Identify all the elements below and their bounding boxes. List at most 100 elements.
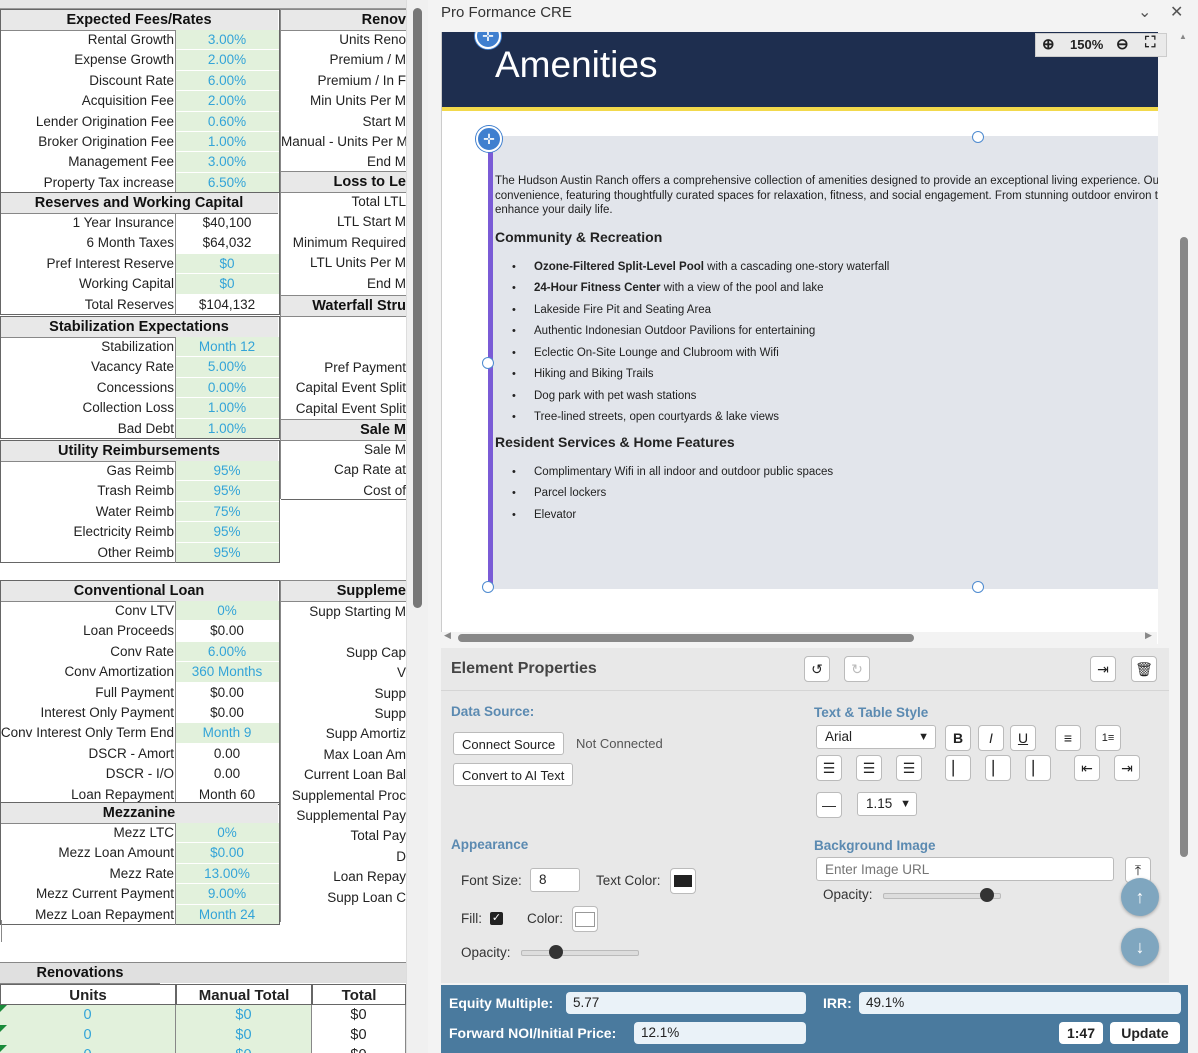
- collapse-chevron-icon[interactable]: ⌄: [1138, 2, 1151, 22]
- amenity-item-text: Complimentary Wifi in all indoor and out…: [534, 465, 834, 478]
- valign-top-icon[interactable]: ▏: [945, 755, 971, 781]
- amenity-item: Elevator: [495, 506, 1158, 528]
- supplemental-row-label: D: [396, 848, 406, 864]
- image-url-input[interactable]: [816, 857, 1114, 881]
- waterfall-row-label: Pref Payment: [324, 360, 406, 375]
- background-image-label: Background Image: [814, 838, 936, 853]
- renovation-row-label: Start M: [362, 113, 406, 129]
- opacity-slider[interactable]: [521, 950, 639, 956]
- amenity-item: Tree-lined streets, open courtyards & la…: [495, 408, 1158, 430]
- cell-note-marker: [0, 1005, 7, 1012]
- renovations-cell[interactable]: $0: [176, 1025, 312, 1045]
- indent-icon[interactable]: ⇥: [1114, 755, 1140, 781]
- resize-handle-top[interactable]: [972, 131, 984, 143]
- bg-opacity-slider-knob[interactable]: [980, 888, 995, 902]
- font-family-value: Arial: [825, 729, 853, 744]
- connection-status: Not Connected: [576, 736, 663, 751]
- renovations-cell[interactable]: $0: [312, 1025, 406, 1045]
- zoom-out-icon[interactable]: ⊖: [1116, 35, 1129, 53]
- scroll-down-icon[interactable]: ↓: [1121, 928, 1159, 966]
- sheet-scrollbar-thumb[interactable]: [413, 8, 422, 608]
- loss-to-lease-row-label: LTL Units Per M: [309, 255, 406, 271]
- column-divider: [175, 461, 176, 563]
- sale-row-label: Sale M: [363, 442, 406, 457]
- fill-color-swatch[interactable]: [572, 906, 598, 932]
- chevron-down-icon: ▼: [900, 798, 911, 810]
- numbered-list-icon[interactable]: 1≡: [1095, 725, 1121, 751]
- valign-middle-icon[interactable]: ▏: [985, 755, 1011, 781]
- italic-button[interactable]: I: [978, 725, 1004, 751]
- align-center-icon[interactable]: ☰: [856, 755, 882, 781]
- preview-horizontal-scrollbar[interactable]: ◀ ▶: [441, 630, 1157, 644]
- waterfall-title: Waterfall Stru: [281, 295, 406, 317]
- properties-title: Element Properties: [451, 660, 597, 677]
- mezzanine-border: [0, 802, 280, 925]
- renovations-cell[interactable]: 0: [0, 1045, 176, 1053]
- slide-title[interactable]: Amenities: [495, 44, 657, 86]
- line-spacing-icon[interactable]: —: [816, 792, 842, 818]
- renovations-cell[interactable]: 0: [0, 1025, 176, 1045]
- update-button[interactable]: Update: [1110, 1022, 1180, 1044]
- supplemental-row-label: Max Loan Am: [323, 746, 406, 762]
- outdent-icon[interactable]: ⇤: [1074, 755, 1100, 781]
- font-size-label: Font Size:: [461, 873, 522, 888]
- renovations-cell[interactable]: $0: [312, 1005, 406, 1025]
- export-icon[interactable]: ⇥: [1090, 656, 1116, 682]
- underline-button[interactable]: U: [1010, 725, 1036, 751]
- panel-vertical-scrollbar[interactable]: ▲: [1178, 32, 1190, 982]
- supplemental-row-label: Loan Repay: [333, 869, 406, 885]
- text-box-content[interactable]: The Hudson Austin Ranch offers a compreh…: [495, 174, 1158, 527]
- renovations-cell[interactable]: $0: [176, 1005, 312, 1025]
- resize-handle-left[interactable]: [482, 357, 494, 369]
- fill-checkbox[interactable]: ✓: [490, 912, 503, 925]
- text-color-chip: [674, 875, 692, 887]
- connect-source-button[interactable]: Connect Source: [453, 732, 565, 755]
- zoom-in-icon[interactable]: ⊕: [1042, 35, 1055, 53]
- opacity-slider-knob[interactable]: [548, 945, 563, 959]
- convert-ai-text-button[interactable]: Convert to AI Text: [453, 763, 574, 786]
- redo-icon[interactable]: ↻: [844, 656, 870, 682]
- supplemental-row-label: Supp Loan C: [327, 889, 406, 905]
- slide-preview[interactable]: Amenities ✛ The Hudson Austin Ranch offe…: [441, 32, 1158, 644]
- cell-note-marker: [0, 1045, 7, 1052]
- text-color-swatch[interactable]: [670, 868, 696, 894]
- scroll-left-icon[interactable]: ◀: [444, 630, 451, 641]
- resize-handle-bottom[interactable]: [972, 581, 984, 593]
- renovations-cell[interactable]: $0: [176, 1045, 312, 1053]
- panel-scroll-thumb[interactable]: [1180, 237, 1188, 857]
- supplemental-row-label: Supp: [374, 706, 406, 721]
- scroll-up-arrow-icon[interactable]: ▲: [1179, 32, 1187, 41]
- spreadsheet[interactable]: Expected Fees/Rates Rental Growth 3.00% Exp…: [0, 0, 406, 1053]
- loss-to-lease-title: Loss to Le: [281, 171, 406, 193]
- bold-button[interactable]: B: [945, 725, 971, 751]
- sheet-scrollbar[interactable]: [406, 0, 429, 1053]
- font-size-input[interactable]: 8: [530, 868, 580, 892]
- renovations-cell[interactable]: 0: [0, 1005, 176, 1025]
- renovations-cell[interactable]: $0: [312, 1045, 406, 1053]
- amenity-item-text: with a view of the pool and lake: [660, 282, 824, 294]
- valign-bottom-icon[interactable]: ▏: [1025, 755, 1051, 781]
- supplemental-row-label: [281, 622, 406, 642]
- stabilization-border: [0, 316, 280, 439]
- resize-handle-bottom-left[interactable]: [482, 581, 494, 593]
- row-divider: [281, 499, 406, 500]
- amenity-item-text: Authentic Indonesian Outdoor Pavilions f…: [534, 325, 816, 337]
- line-height-select[interactable]: 1.15 ▼: [857, 792, 917, 816]
- close-icon[interactable]: ✕: [1170, 2, 1183, 22]
- scroll-up-icon[interactable]: ↑: [1121, 878, 1159, 916]
- delete-icon[interactable]: 🗑: [1131, 656, 1157, 682]
- align-left-icon[interactable]: ☰: [816, 755, 842, 781]
- undo-icon[interactable]: ↺: [804, 656, 830, 682]
- fill-color-chip: [575, 912, 595, 927]
- align-right-icon[interactable]: ☰: [896, 755, 922, 781]
- scroll-right-icon[interactable]: ▶: [1145, 630, 1152, 641]
- supplemental-row-label: V: [396, 665, 406, 681]
- supplemental-row-label: Supplemental Proc: [291, 787, 406, 803]
- font-family-select[interactable]: Arial ▼: [816, 725, 936, 749]
- amenity-item-text: Elevator: [534, 508, 577, 521]
- fullscreen-icon[interactable]: ⛶: [1145, 34, 1156, 51]
- text-box-move-handle-icon[interactable]: ✛: [476, 126, 502, 152]
- bullet-list-icon[interactable]: ≡: [1055, 725, 1081, 751]
- amenities-text-box[interactable]: The Hudson Austin Ranch offers a compreh…: [489, 136, 1158, 589]
- horizontal-scroll-thumb[interactable]: [458, 634, 914, 642]
